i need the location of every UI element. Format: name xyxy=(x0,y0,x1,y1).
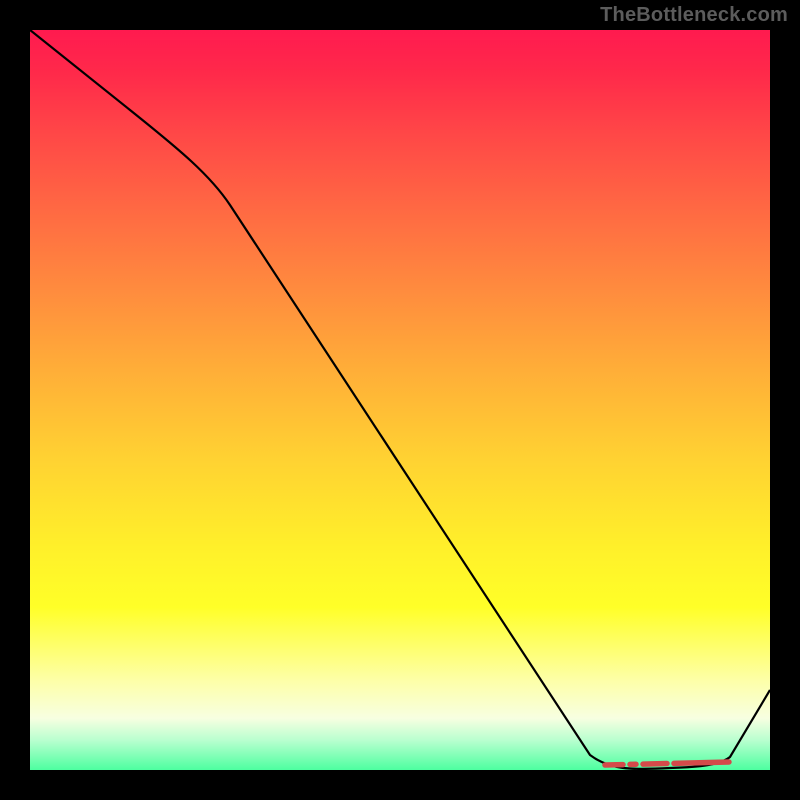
chart-root: TheBottleneck.com xyxy=(0,0,800,800)
series-curve xyxy=(30,30,770,769)
watermark-label: TheBottleneck.com xyxy=(600,4,788,27)
plot-area xyxy=(30,30,770,770)
bottom-dash-marker xyxy=(605,762,730,765)
line-layer xyxy=(30,30,770,770)
